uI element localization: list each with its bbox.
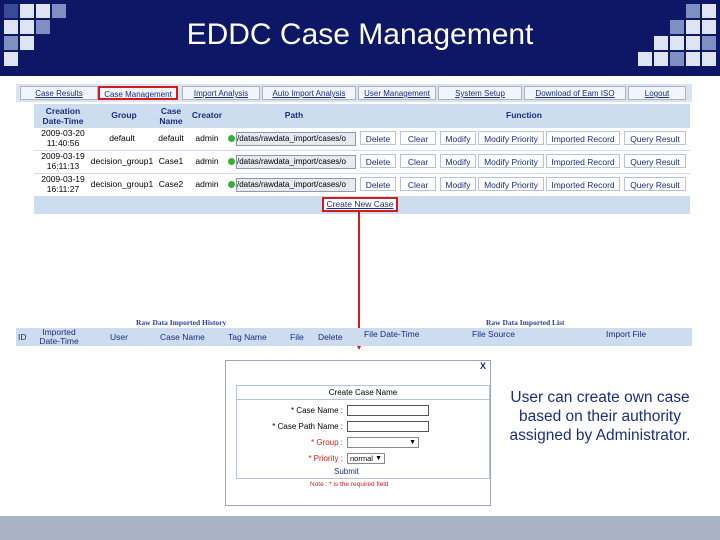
row-date: 2009-03-20	[41, 128, 85, 138]
tab-import-analysis[interactable]: Import Analysis	[182, 86, 260, 100]
delete-button[interactable]: Delete	[360, 154, 396, 168]
row-date: 2009-03-19	[41, 151, 85, 161]
row-creator: admin	[195, 133, 219, 143]
tab-user-management[interactable]: User Management	[358, 86, 436, 100]
tab-case-results[interactable]: Case Results	[20, 86, 98, 100]
col-delete: Delete	[318, 332, 343, 342]
divider	[237, 399, 489, 400]
col-file: File	[290, 332, 304, 342]
status-dot-icon	[228, 135, 235, 142]
row-group: decision_group1	[90, 156, 154, 166]
clear-button[interactable]: Clear	[400, 154, 436, 168]
arrow-connector	[358, 212, 360, 270]
clear-button[interactable]: Clear	[400, 131, 436, 145]
modify-priority-button[interactable]: Modify Priority	[478, 131, 544, 145]
priority-label: * Priority :	[308, 454, 343, 463]
col-user: User	[110, 332, 128, 342]
history-table-header: ID Imported Date-Time User Case Name Tag…	[16, 328, 692, 346]
tab-download-iso[interactable]: Download of Eam ISO	[524, 86, 626, 100]
row-case: Case2	[158, 179, 184, 189]
dialog-title: Create Case Name	[328, 388, 398, 397]
imported-record-button[interactable]: Imported Record	[546, 131, 620, 145]
tab-logout[interactable]: Logout	[628, 86, 686, 100]
query-result-button[interactable]: Query Result	[624, 154, 686, 168]
header-case-name: Case Name	[159, 106, 183, 126]
col-id: ID	[18, 332, 27, 342]
clear-button[interactable]: Clear	[400, 177, 436, 191]
priority-select[interactable]: normal ▼	[347, 453, 385, 464]
create-new-case-button[interactable]: Create New Case	[322, 197, 398, 212]
create-case-form: Create Case Name * Case Name : * Case Pa…	[236, 385, 490, 479]
tab-system-setup[interactable]: System Setup	[438, 86, 522, 100]
slide-title: EDDC Case Management	[186, 18, 534, 51]
group-label: * Group :	[310, 438, 343, 447]
col-imported-date: Imported Date-Time	[39, 327, 79, 346]
row-date: 2009-03-19	[41, 174, 85, 184]
delete-button[interactable]: Delete	[360, 131, 396, 145]
close-icon[interactable]: X	[480, 361, 486, 371]
header-creator: Creator	[191, 110, 223, 120]
chevron-down-icon: ▼	[409, 439, 416, 446]
row-time: 11:40:56	[46, 138, 80, 148]
tab-auto-import-analysis[interactable]: Auto Import Analysis	[262, 86, 356, 100]
row-case: default	[158, 133, 184, 143]
col-file-source: File Source	[472, 329, 515, 339]
row-group: default	[109, 133, 135, 143]
col-import-file: Import File	[606, 329, 647, 339]
row-creator: admin	[195, 179, 219, 189]
imported-record-button[interactable]: Imported Record	[546, 177, 620, 191]
path-input[interactable]: /datas/rawdata_import/cases/o	[236, 155, 356, 169]
required-note: Note : * is the required field	[310, 481, 389, 488]
case-name-field[interactable]	[347, 405, 429, 416]
query-result-button[interactable]: Query Result	[624, 177, 686, 191]
row-time: 16:11:13	[46, 161, 80, 171]
case-path-field[interactable]	[347, 421, 429, 432]
row-group: decision_group1	[90, 179, 154, 189]
row-time: 16:11:27	[46, 184, 80, 194]
tab-case-management[interactable]: Case Management	[98, 86, 178, 100]
header-creation: Creation Date-Time	[42, 106, 84, 126]
path-input[interactable]: /datas/rawdata_import/cases/o	[236, 178, 356, 192]
header-group: Group	[111, 110, 137, 120]
col-tag-name: Tag Name	[228, 332, 267, 342]
row-creator: admin	[195, 156, 219, 166]
case-path-label: * Case Path Name :	[272, 422, 343, 431]
create-case-dialog: X Create Case Name * Case Name : * Case …	[225, 360, 491, 506]
chevron-down-icon: ▼	[375, 455, 382, 462]
col-case-name: Case Name	[160, 332, 205, 342]
history-title: Raw Data Imported History	[136, 318, 227, 327]
group-select[interactable]: ▼	[347, 437, 419, 448]
path-input[interactable]: /datas/rawdata_import/cases/o	[236, 132, 356, 146]
callout-text: User can create own case based on their …	[509, 389, 691, 444]
modify-priority-button[interactable]: Modify Priority	[478, 177, 544, 191]
modify-button[interactable]: Modify	[440, 131, 476, 145]
case-name-label: * Case Name :	[290, 406, 343, 415]
query-result-button[interactable]: Query Result	[624, 131, 686, 145]
status-dot-icon	[228, 181, 235, 188]
priority-value: normal	[350, 454, 373, 463]
delete-button[interactable]: Delete	[360, 177, 396, 191]
submit-button[interactable]: Submit	[334, 467, 359, 476]
status-dot-icon	[228, 158, 235, 165]
col-file-date: File Date-Time	[364, 329, 420, 339]
modify-button[interactable]: Modify	[440, 154, 476, 168]
modify-button[interactable]: Modify	[440, 177, 476, 191]
header-path: Path	[284, 110, 304, 120]
nav-tabs: Case Results Case Management Import Anal…	[16, 84, 692, 102]
row-case: Case1	[158, 156, 184, 166]
imported-list-title: Raw Data Imported List	[486, 318, 565, 327]
imported-record-button[interactable]: Imported Record	[546, 154, 620, 168]
header-function: Function	[506, 110, 542, 120]
modify-priority-button[interactable]: Modify Priority	[478, 154, 544, 168]
footer-bar	[0, 516, 720, 540]
